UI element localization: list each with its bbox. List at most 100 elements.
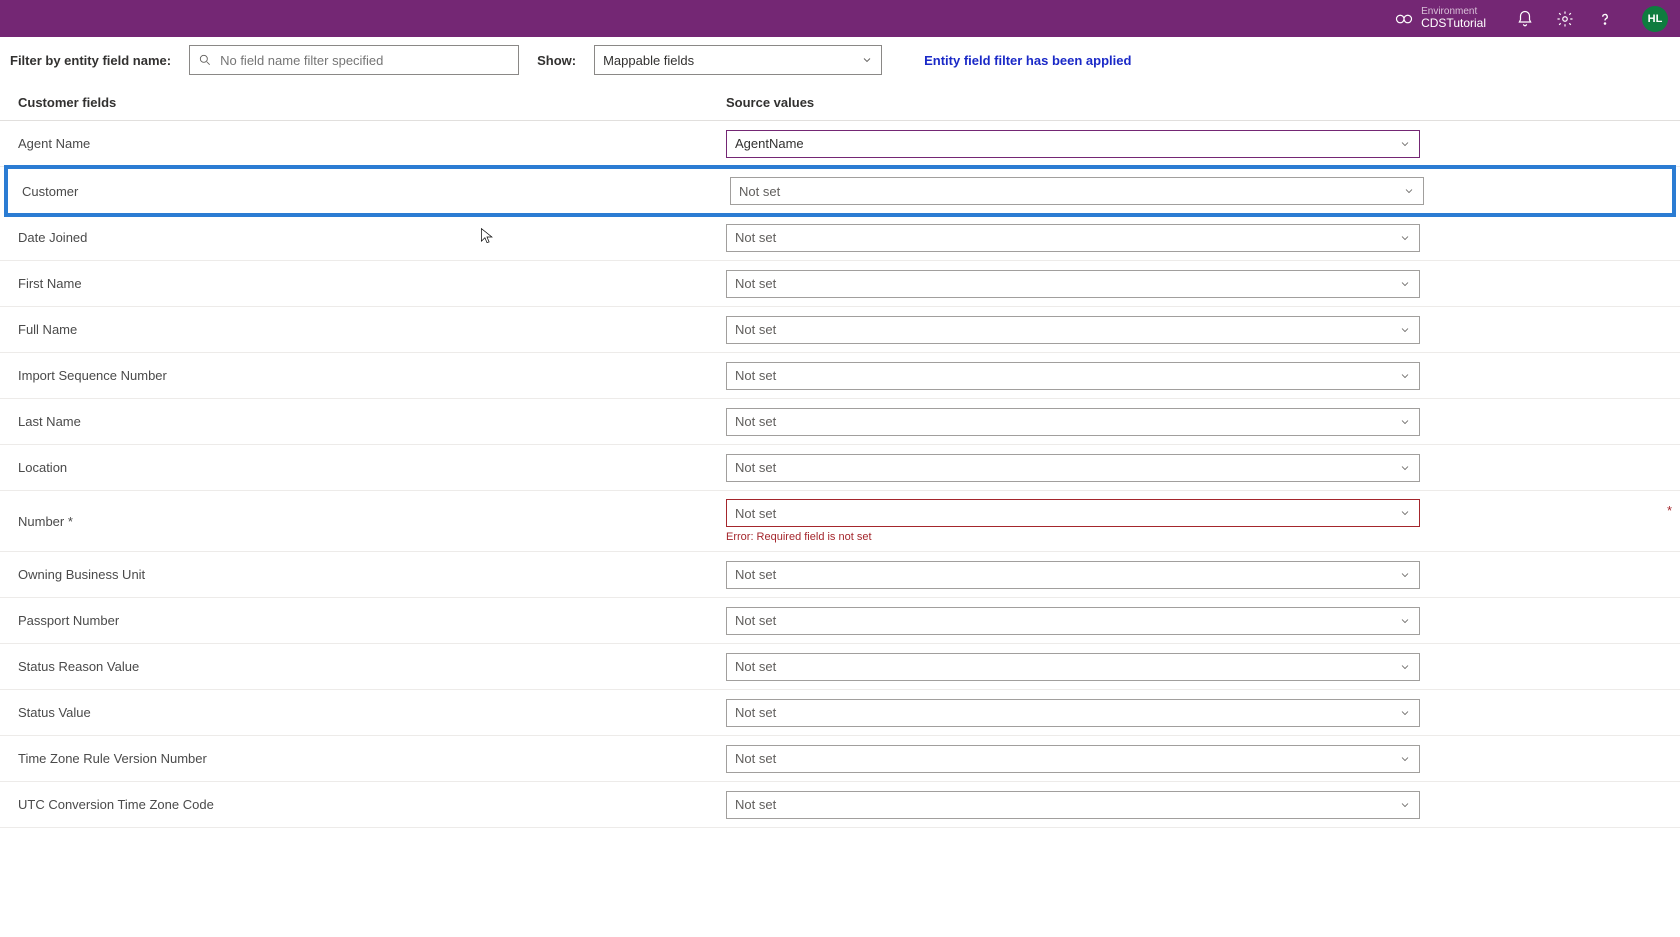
chevron-down-icon (1399, 615, 1411, 627)
help-icon[interactable] (1596, 10, 1614, 28)
field-label: Owning Business Unit (18, 561, 726, 588)
source-value-text: Not set (735, 567, 776, 582)
columns-header: Customer fields Source values (0, 83, 1680, 121)
source-value-select[interactable]: Not set (726, 699, 1420, 727)
field-label: Import Sequence Number (18, 362, 726, 389)
field-name-filter-input-wrap[interactable] (189, 45, 519, 75)
field-label: Customer (22, 178, 730, 205)
field-label: Last Name (18, 408, 726, 435)
field-label: UTC Conversion Time Zone Code (18, 791, 726, 818)
field-label: Status Value (18, 699, 726, 726)
mapping-rows: Agent NameAgentNameCustomerNot setDate J… (0, 121, 1680, 828)
source-value-text: Not set (735, 506, 776, 521)
value-wrap: Not set (726, 446, 1662, 490)
mapping-row: Owning Business Unit Not set (0, 552, 1680, 598)
value-wrap: Not set (726, 354, 1662, 398)
source-value-select[interactable]: Not set (726, 561, 1420, 589)
field-label: Number * (18, 508, 726, 535)
source-value-select[interactable]: Not set (726, 607, 1420, 635)
value-wrap: Not set (730, 169, 1658, 213)
mapping-row: CustomerNot set (4, 165, 1676, 217)
value-wrap: Not set (726, 262, 1662, 306)
source-value-text: Not set (735, 659, 776, 674)
required-star: * (1667, 503, 1672, 518)
show-label: Show: (537, 53, 576, 68)
field-label: Agent Name (18, 130, 726, 157)
mapping-row: Status Reason Value Not set (0, 644, 1680, 690)
mapping-row: Passport Number Not set (0, 598, 1680, 644)
value-wrap: Not set (726, 308, 1662, 352)
field-label: Time Zone Rule Version Number (18, 745, 726, 772)
source-value-text: Not set (735, 613, 776, 628)
source-value-select[interactable]: Not set (726, 270, 1420, 298)
source-value-select[interactable]: Not set (726, 362, 1420, 390)
source-value-text: Not set (735, 460, 776, 475)
chevron-down-icon (1399, 232, 1411, 244)
source-value-select[interactable]: Not set (730, 177, 1424, 205)
source-value-text: Not set (735, 322, 776, 337)
avatar[interactable]: HL (1642, 6, 1668, 32)
environment-picker[interactable]: Environment CDSTutorial (1395, 6, 1486, 30)
column-source-values: Source values (726, 95, 1662, 110)
source-value-select[interactable]: Not set (726, 745, 1420, 773)
mapping-row: Full Name Not set (0, 307, 1680, 353)
source-value-select[interactable]: Not set (726, 454, 1420, 482)
source-value-text: Not set (735, 230, 776, 245)
notifications-icon[interactable] (1516, 10, 1534, 28)
chevron-down-icon (1399, 569, 1411, 581)
value-wrap: Not set (726, 400, 1662, 444)
chevron-down-icon (861, 54, 873, 66)
mapping-row: Location Not set (0, 445, 1680, 491)
filter-applied-message: Entity field filter has been applied (924, 53, 1131, 68)
field-label: First Name (18, 270, 726, 297)
value-wrap: Not set (726, 691, 1662, 735)
field-name-filter-input[interactable] (190, 46, 518, 74)
source-value-select[interactable]: Not set (726, 653, 1420, 681)
chevron-down-icon (1399, 138, 1411, 150)
source-value-text: Not set (735, 705, 776, 720)
source-value-select[interactable]: Not set (726, 408, 1420, 436)
field-label: Status Reason Value (18, 653, 726, 680)
mapping-row: First Name Not set (0, 261, 1680, 307)
gear-icon[interactable] (1556, 10, 1574, 28)
chevron-down-icon (1399, 278, 1411, 290)
field-label: Full Name (18, 316, 726, 343)
mapping-row: Import Sequence Number Not set (0, 353, 1680, 399)
source-value-text: Not set (735, 751, 776, 766)
value-wrap: Not set (726, 216, 1662, 260)
source-value-select[interactable]: AgentName (726, 130, 1420, 158)
chevron-down-icon (1399, 462, 1411, 474)
source-value-select[interactable]: Not set (726, 499, 1420, 527)
avatar-initials: HL (1648, 13, 1663, 25)
show-select[interactable]: Mappable fields (594, 45, 882, 75)
filter-label: Filter by entity field name: (10, 53, 171, 68)
error-message: Error: Required field is not set (726, 531, 1662, 543)
environment-icon (1395, 10, 1413, 28)
source-value-text: Not set (735, 276, 776, 291)
header-actions: HL (1516, 6, 1668, 32)
source-value-select[interactable]: Not set (726, 224, 1420, 252)
filter-bar: Filter by entity field name: Show: Mappa… (0, 37, 1680, 83)
chevron-down-icon (1399, 370, 1411, 382)
value-wrap: Not set Error: Required field is not set (726, 491, 1662, 551)
source-value-text: Not set (735, 368, 776, 383)
source-value-select[interactable]: Not set (726, 791, 1420, 819)
value-wrap: Not set (726, 599, 1662, 643)
mapping-row: Last NameNot set (0, 399, 1680, 445)
field-label: Passport Number (18, 607, 726, 634)
chevron-down-icon (1399, 416, 1411, 428)
value-wrap: Not set (726, 737, 1662, 781)
mapping-row: Number * Not set Error: Required field is … (0, 491, 1680, 552)
source-value-text: Not set (735, 797, 776, 812)
show-select-value: Mappable fields (603, 53, 694, 68)
value-wrap: AgentName (726, 122, 1662, 166)
chevron-down-icon (1399, 324, 1411, 336)
field-label: Location (18, 454, 726, 481)
mapping-row: Agent NameAgentName (0, 121, 1680, 167)
chevron-down-icon (1399, 707, 1411, 719)
environment-text: Environment CDSTutorial (1421, 6, 1486, 30)
chevron-down-icon (1399, 753, 1411, 765)
field-label: Date Joined (18, 224, 726, 251)
chevron-down-icon (1399, 507, 1411, 519)
source-value-select[interactable]: Not set (726, 316, 1420, 344)
